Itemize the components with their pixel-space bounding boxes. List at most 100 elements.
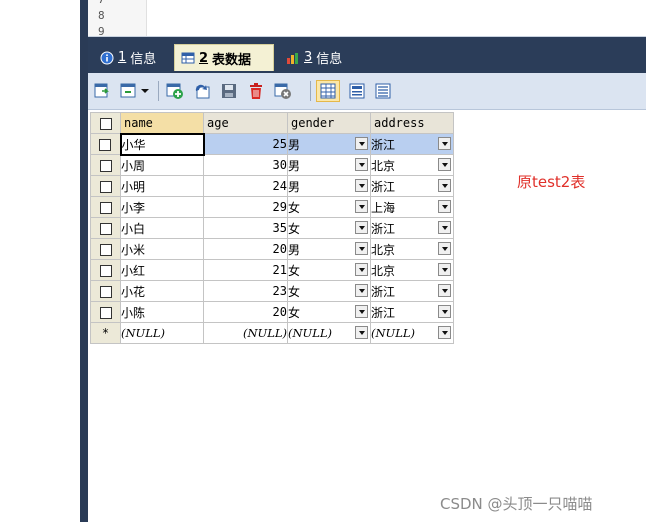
grid-view-button[interactable] — [316, 80, 340, 102]
cell-name[interactable]: (NULL) — [120, 322, 204, 344]
chevron-down-icon[interactable] — [355, 305, 368, 318]
cell-gender[interactable]: 男 — [287, 238, 371, 260]
chevron-down-icon[interactable] — [355, 179, 368, 192]
chevron-down-icon[interactable] — [438, 242, 451, 255]
cell-address[interactable]: 浙江 — [370, 301, 454, 323]
chevron-down-icon[interactable] — [355, 158, 368, 171]
text-view-button[interactable] — [373, 81, 393, 101]
cell-address[interactable]: (NULL) — [370, 322, 454, 344]
cell-gender[interactable]: 男 — [287, 175, 371, 197]
cell-age[interactable]: 24 — [203, 175, 288, 197]
panel-divider[interactable] — [80, 0, 88, 522]
column-header-name[interactable]: name — [120, 112, 204, 134]
new-row[interactable]: * (NULL) (NULL) (NULL) (NULL) — [90, 322, 454, 344]
cell-address[interactable]: 北京 — [370, 259, 454, 281]
chevron-down-icon[interactable] — [438, 179, 451, 192]
cell-age[interactable]: 23 — [203, 280, 288, 302]
chevron-down-icon[interactable] — [355, 221, 368, 234]
import-dropdown-button[interactable] — [118, 81, 152, 101]
cell-age[interactable]: 25 — [203, 133, 288, 155]
cell-name[interactable]: 小花 — [120, 280, 204, 302]
cell-address[interactable]: 上海 — [370, 196, 454, 218]
chevron-down-icon[interactable] — [355, 284, 368, 297]
table-row[interactable]: 小明 24 男 浙江 — [90, 175, 454, 197]
column-header-gender[interactable]: gender — [287, 112, 371, 134]
form-view-button[interactable] — [347, 81, 367, 101]
cell-gender[interactable]: 男 — [287, 154, 371, 176]
chevron-down-icon[interactable] — [438, 263, 451, 276]
row-checkbox[interactable] — [99, 285, 112, 298]
table-row[interactable]: 小红 21 女 北京 — [90, 259, 454, 281]
save-button[interactable] — [219, 81, 239, 101]
row-checkbox[interactable] — [99, 243, 112, 256]
row-checkbox[interactable] — [99, 201, 112, 214]
cell-name[interactable]: 小华 — [119, 132, 205, 156]
cell-name[interactable]: 小红 — [120, 259, 204, 281]
table-row[interactable]: 小米 20 男 北京 — [90, 238, 454, 260]
cell-name[interactable]: 小李 — [120, 196, 204, 218]
chevron-down-icon[interactable] — [438, 137, 451, 150]
cell-age[interactable]: 35 — [203, 217, 288, 239]
result-grid[interactable]: name age gender address 小华 25 男 浙江 小周 30… — [90, 112, 454, 344]
insert-row-button[interactable] — [165, 81, 185, 101]
cell-address[interactable]: 北京 — [370, 238, 454, 260]
select-all-checkbox[interactable] — [90, 112, 121, 134]
table-row[interactable]: 小华 25 男 浙江 — [90, 132, 454, 156]
cell-gender[interactable]: (NULL) — [287, 322, 371, 344]
chevron-down-icon[interactable] — [355, 263, 368, 276]
delete-button[interactable] — [246, 81, 266, 101]
cell-gender[interactable]: 女 — [287, 280, 371, 302]
cell-address[interactable]: 浙江 — [370, 280, 454, 302]
cell-address[interactable]: 北京 — [370, 154, 454, 176]
chevron-down-icon[interactable] — [438, 284, 451, 297]
cell-address[interactable]: 浙江 — [370, 133, 454, 155]
sql-editor[interactable]: 7 8 9 — [88, 0, 646, 38]
chevron-down-icon[interactable] — [438, 221, 451, 234]
cell-name[interactable]: 小白 — [120, 217, 204, 239]
tab-info-3[interactable]: 3 信息 — [280, 44, 348, 71]
column-header-age[interactable]: age — [203, 112, 288, 134]
cell-age[interactable]: 30 — [203, 154, 288, 176]
column-header-address[interactable]: address — [370, 112, 454, 134]
export-button[interactable] — [92, 81, 112, 101]
row-checkbox[interactable] — [99, 222, 112, 235]
table-row[interactable]: 小白 35 女 浙江 — [90, 217, 454, 239]
chevron-down-icon[interactable] — [355, 200, 368, 213]
chevron-down-icon[interactable] — [355, 242, 368, 255]
chevron-down-icon[interactable] — [438, 200, 451, 213]
chevron-down-icon[interactable] — [355, 137, 368, 150]
cell-gender[interactable]: 女 — [287, 217, 371, 239]
cell-name[interactable]: 小周 — [120, 154, 204, 176]
row-checkbox[interactable] — [99, 159, 112, 172]
row-checkbox[interactable] — [99, 138, 112, 151]
cell-address[interactable]: 浙江 — [370, 175, 454, 197]
cell-gender[interactable]: 女 — [287, 196, 371, 218]
cell-name[interactable]: 小米 — [120, 238, 204, 260]
row-checkbox[interactable] — [99, 180, 112, 193]
refresh-button[interactable] — [273, 81, 293, 101]
checkbox[interactable] — [99, 117, 112, 130]
cell-age[interactable]: 21 — [203, 259, 288, 281]
chevron-down-icon[interactable] — [438, 158, 451, 171]
cell-age[interactable]: 29 — [203, 196, 288, 218]
cell-gender[interactable]: 女 — [287, 301, 371, 323]
row-checkbox[interactable] — [99, 264, 112, 277]
cell-gender[interactable]: 男 — [287, 133, 371, 155]
tab-info-1[interactable]: 1 信息 — [94, 44, 162, 71]
cell-name[interactable]: 小明 — [120, 175, 204, 197]
cell-age[interactable]: 20 — [203, 238, 288, 260]
table-row[interactable]: 小陈 20 女 浙江 — [90, 301, 454, 323]
cell-gender[interactable]: 女 — [287, 259, 371, 281]
row-checkbox[interactable] — [99, 306, 112, 319]
table-row[interactable]: 小李 29 女 上海 — [90, 196, 454, 218]
chevron-down-icon[interactable] — [438, 326, 451, 339]
cell-age[interactable]: (NULL) — [203, 322, 288, 344]
duplicate-row-button[interactable] — [192, 81, 212, 101]
chevron-down-icon[interactable] — [355, 326, 368, 339]
cell-address[interactable]: 浙江 — [370, 217, 454, 239]
table-row[interactable]: 小周 30 男 北京 — [90, 154, 454, 176]
table-row[interactable]: 小花 23 女 浙江 — [90, 280, 454, 302]
cell-name[interactable]: 小陈 — [120, 301, 204, 323]
chevron-down-icon[interactable] — [438, 305, 451, 318]
cell-age[interactable]: 20 — [203, 301, 288, 323]
